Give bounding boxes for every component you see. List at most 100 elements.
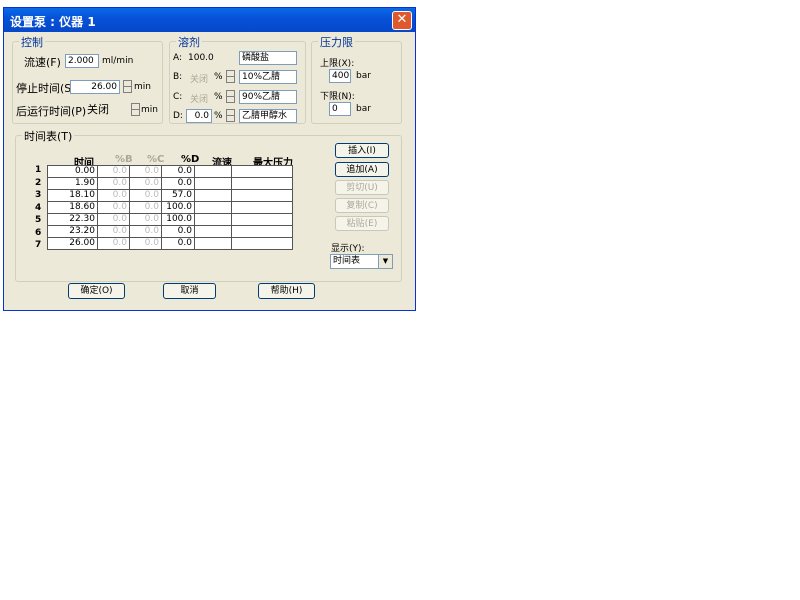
cell-d[interactable]: 100.0 xyxy=(161,213,195,226)
cell-d[interactable]: 0.0 xyxy=(161,165,195,178)
cell-d[interactable]: 100.0 xyxy=(161,201,195,214)
table-row: 18.60 0.0 0.0 100.0 xyxy=(47,201,293,214)
cancel-button[interactable]: 取消 xyxy=(163,283,216,299)
paste-button[interactable]: 粘贴(E) xyxy=(335,216,389,231)
row-number: 2 xyxy=(35,178,42,188)
solvent-c-pct: % xyxy=(214,92,223,102)
lower-limit-label: 下限(N): xyxy=(320,92,355,102)
cell-d[interactable]: 57.0 xyxy=(161,189,195,202)
solvent-b-name[interactable]: 10%乙腈 xyxy=(239,70,297,84)
cell-flow[interactable] xyxy=(194,213,232,226)
cell-max-pressure[interactable] xyxy=(231,237,293,250)
ok-button[interactable]: 确定(O) xyxy=(68,283,125,299)
window-title: 设置泵 : 仪器 1 xyxy=(10,15,96,29)
upper-limit-input[interactable]: 400 xyxy=(329,69,351,83)
row-number: 6 xyxy=(35,228,42,238)
post-time-spinner[interactable] xyxy=(131,103,140,116)
cell-c: 0.0 xyxy=(129,225,162,238)
solvent-d-input[interactable]: 0.0 xyxy=(186,109,212,123)
post-time-value: 关闭 xyxy=(87,103,109,116)
col-header-b: %B xyxy=(115,154,133,165)
cell-time[interactable]: 26.00 xyxy=(47,237,98,250)
cell-flow[interactable] xyxy=(194,189,232,202)
cell-b: 0.0 xyxy=(97,225,130,238)
insert-button[interactable]: 插入(I) xyxy=(335,143,389,158)
title-bar[interactable]: 设置泵 : 仪器 1 ✕ xyxy=(4,8,415,32)
display-select-value: 时间表 xyxy=(333,256,361,266)
cell-time[interactable]: 18.10 xyxy=(47,189,98,202)
cell-b: 0.0 xyxy=(97,165,130,178)
display-label: 显示(Y): xyxy=(331,244,365,254)
cell-max-pressure[interactable] xyxy=(231,201,293,214)
solvent-c-value: 关闭 xyxy=(190,95,209,105)
append-button[interactable]: 追加(A) xyxy=(335,162,389,177)
row-number: 1 xyxy=(35,165,42,175)
solvent-c-label: C: xyxy=(173,92,183,102)
stop-time-input[interactable]: 26.00 xyxy=(70,80,120,94)
flow-input[interactable]: 2.000 xyxy=(65,54,99,68)
upper-limit-label: 上限(X): xyxy=(320,59,355,69)
cell-max-pressure[interactable] xyxy=(231,165,293,178)
solvent-d-label: D: xyxy=(173,111,183,121)
cell-c: 0.0 xyxy=(129,189,162,202)
col-header-d: %D xyxy=(181,154,200,165)
solvent-b-spinner[interactable] xyxy=(226,70,235,83)
row-number: 3 xyxy=(35,190,42,200)
cut-button[interactable]: 剪切(U) xyxy=(335,180,389,195)
control-group-label: 控制 xyxy=(19,34,45,50)
cell-time[interactable]: 22.30 xyxy=(47,213,98,226)
cell-d[interactable]: 0.0 xyxy=(161,225,195,238)
cell-flow[interactable] xyxy=(194,177,232,190)
cell-max-pressure[interactable] xyxy=(231,189,293,202)
close-button[interactable]: ✕ xyxy=(392,11,412,30)
cell-time[interactable]: 18.60 xyxy=(47,201,98,214)
solvent-b-label: B: xyxy=(173,72,183,82)
cell-b: 0.0 xyxy=(97,213,130,226)
cell-d[interactable]: 0.0 xyxy=(161,177,195,190)
cell-flow[interactable] xyxy=(194,225,232,238)
cell-d[interactable]: 0.0 xyxy=(161,237,195,250)
cell-flow[interactable] xyxy=(194,165,232,178)
cell-c: 0.0 xyxy=(129,201,162,214)
solvent-a-label: A: xyxy=(173,53,183,63)
display-select[interactable]: 时间表 ▼ xyxy=(330,254,393,269)
solvent-d-pct: % xyxy=(214,111,223,121)
cell-flow[interactable] xyxy=(194,237,232,250)
timetable-grid: 0.00 0.0 0.0 0.0 1.90 0.0 0.0 0.0 18.10 … xyxy=(47,165,293,250)
cell-flow[interactable] xyxy=(194,201,232,214)
pump-settings-dialog: 设置泵 : 仪器 1 ✕ 控制 流速(F) 2.000 ml/min 停止时间(… xyxy=(3,7,416,311)
flow-unit: ml/min xyxy=(102,56,134,66)
cell-max-pressure[interactable] xyxy=(231,213,293,226)
solvent-c-spinner[interactable] xyxy=(226,90,235,103)
table-row: 23.20 0.0 0.0 0.0 xyxy=(47,225,293,238)
flow-label: 流速(F) xyxy=(24,56,61,69)
cell-time[interactable]: 0.00 xyxy=(47,165,98,178)
solvent-d-spinner[interactable] xyxy=(226,109,235,122)
cell-max-pressure[interactable] xyxy=(231,177,293,190)
table-row: 22.30 0.0 0.0 100.0 xyxy=(47,213,293,226)
help-button[interactable]: 帮助(H) xyxy=(258,283,315,299)
col-header-c: %C xyxy=(147,154,165,165)
stop-time-unit: min xyxy=(134,82,151,92)
cell-b: 0.0 xyxy=(97,201,130,214)
cell-max-pressure[interactable] xyxy=(231,225,293,238)
solvent-c-name[interactable]: 90%乙腈 xyxy=(239,90,297,104)
row-number: 5 xyxy=(35,215,42,225)
post-time-label: 后运行时间(P) xyxy=(16,105,87,118)
cell-c: 0.0 xyxy=(129,237,162,250)
solvent-a-name[interactable]: 磷酸盐 xyxy=(239,51,297,65)
cell-time[interactable]: 23.20 xyxy=(47,225,98,238)
solvent-group-label: 溶剂 xyxy=(176,34,202,50)
post-time-unit: min xyxy=(141,105,158,115)
close-icon: ✕ xyxy=(396,12,408,27)
cell-b: 0.0 xyxy=(97,177,130,190)
stop-time-spinner[interactable] xyxy=(123,80,132,93)
cell-c: 0.0 xyxy=(129,165,162,178)
row-number: 7 xyxy=(35,240,42,250)
stop-time-label: 停止时间(S) xyxy=(16,82,76,95)
solvent-d-name[interactable]: 乙腈甲醇水 xyxy=(239,109,297,123)
lower-limit-input[interactable]: 0 xyxy=(329,102,351,116)
cell-time[interactable]: 1.90 xyxy=(47,177,98,190)
chevron-down-icon[interactable]: ▼ xyxy=(378,255,392,268)
copy-button[interactable]: 复制(C) xyxy=(335,198,389,213)
